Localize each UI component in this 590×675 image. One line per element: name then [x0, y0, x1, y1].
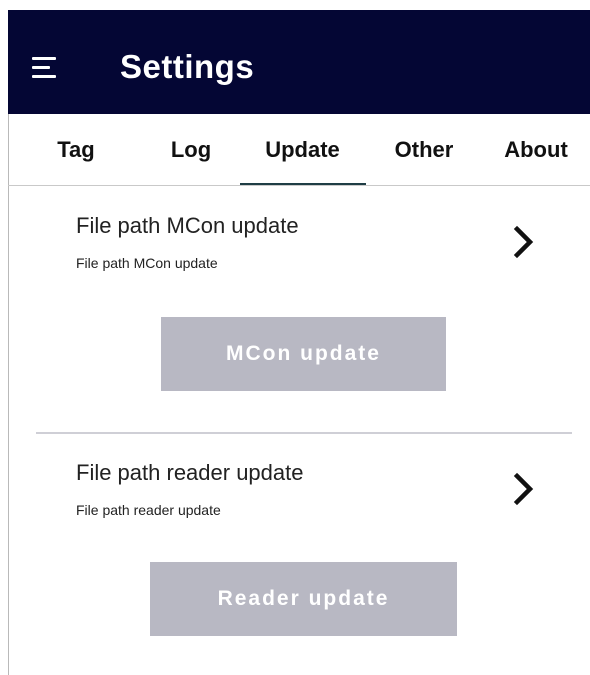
tabs-divider: [8, 185, 590, 186]
mcon-update-button[interactable]: MCon update: [161, 317, 446, 391]
reader-update-button[interactable]: Reader update: [150, 562, 457, 636]
reader-file-path-title: File path reader update: [76, 460, 304, 485]
reader-file-path-row[interactable]: File path reader update File path reader…: [76, 460, 566, 536]
mcon-file-path-subtitle: File path MCon update: [76, 255, 218, 271]
status-strip: [0, 0, 590, 10]
hamburger-menu-icon[interactable]: [32, 57, 62, 79]
left-edge-border: [8, 114, 9, 675]
tab-other[interactable]: Other: [374, 114, 474, 186]
section-divider: [36, 432, 572, 434]
reader-file-path-subtitle: File path reader update: [76, 502, 221, 518]
app-bar: Settings: [8, 10, 590, 114]
tab-about[interactable]: About: [486, 114, 586, 186]
page-title: Settings: [120, 48, 255, 85]
mcon-file-path-row[interactable]: File path MCon update File path MCon upd…: [76, 213, 566, 289]
settings-screen: Settings Tag Log Update Other About File…: [0, 0, 590, 675]
tab-log[interactable]: Log: [153, 114, 229, 186]
mcon-file-path-title: File path MCon update: [76, 213, 299, 238]
chevron-right-icon[interactable]: [513, 225, 535, 259]
tab-tag[interactable]: Tag: [38, 114, 114, 186]
chevron-right-icon[interactable]: [513, 472, 535, 506]
tab-update[interactable]: Update: [239, 114, 366, 186]
tab-bar: Tag Log Update Other About: [8, 114, 590, 186]
